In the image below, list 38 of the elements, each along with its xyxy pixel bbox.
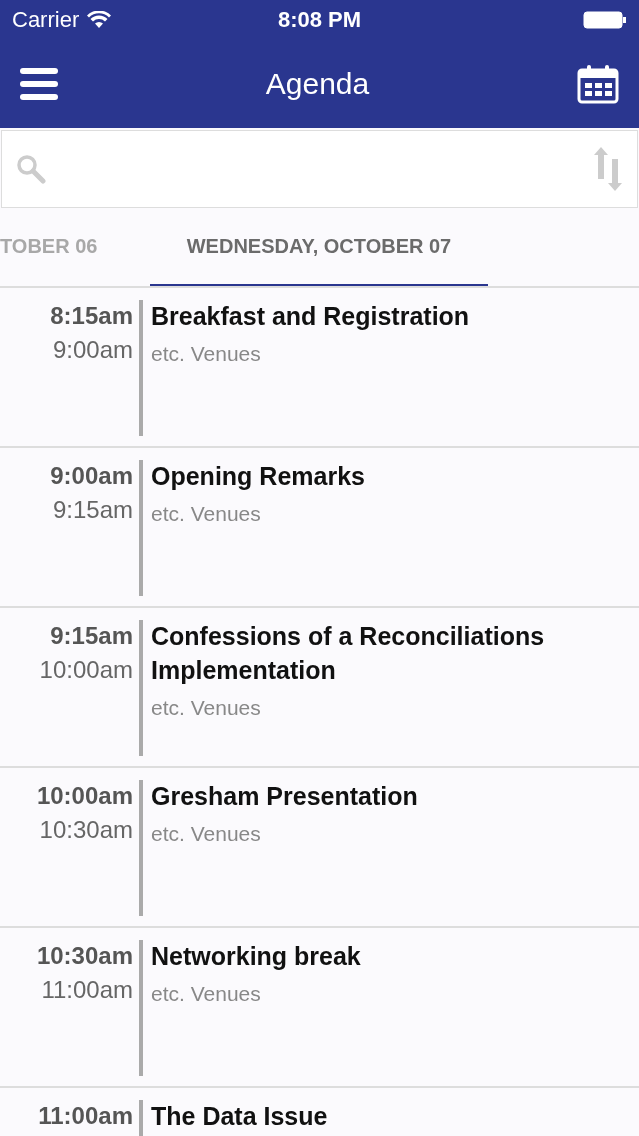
session-row[interactable]: 9:00am 9:15am Opening Remarks etc. Venues	[0, 448, 639, 608]
session-title: Opening Remarks	[151, 461, 366, 492]
search-field[interactable]	[1, 130, 638, 208]
start-time: 9:00am	[49, 462, 133, 490]
session-row[interactable]: 8:15am 9:00am Breakfast and Registration etc. Venues	[0, 288, 639, 448]
session-title: Confessions of a Reconciliations Implementation	[151, 621, 546, 686]
day-tab[interactable]: WEDNESDAY, OCTOBER 07	[150, 208, 488, 286]
end-time: 9:15am	[51, 496, 133, 524]
session-title: The Data Issue	[151, 1101, 329, 1132]
end-time: 10:30am	[38, 816, 133, 844]
end-time: 9:00am	[51, 336, 133, 364]
clock: 8:08 PM	[277, 7, 362, 33]
session-row[interactable]: 11:00am The Data Issue	[0, 1088, 639, 1136]
start-time: 11:00am	[37, 1102, 133, 1130]
session-venue: etc. Venues	[151, 341, 262, 366]
wifi-icon	[87, 11, 112, 29]
end-time: 10:00am	[38, 656, 133, 684]
session-venue: etc. Venues	[151, 821, 262, 846]
start-time: 9:15am	[49, 622, 133, 650]
calendar-icon[interactable]	[577, 64, 619, 104]
battery-icon	[583, 11, 627, 29]
session-row[interactable]: 10:00am 10:30am Gresham Presentation etc. Venues	[0, 768, 639, 928]
session-row[interactable]: 10:30am 11:00am Networking break etc. Venues	[0, 928, 639, 1088]
session-venue: etc. Venues	[151, 695, 262, 720]
session-row[interactable]: 9:15am 10:00am Confessions of a Reconciliations Implementation etc. Venues	[0, 608, 639, 768]
session-venue: etc. Venues	[151, 981, 262, 1006]
carrier-name: Carrier	[12, 7, 80, 33]
session-title: Networking break	[151, 941, 362, 972]
start-time: 8:15am	[49, 302, 133, 330]
end-time: 11:00am	[40, 976, 133, 1004]
screen-title: Agenda	[265, 67, 370, 101]
session-title: Breakfast and Registration	[151, 301, 471, 332]
start-time: 10:00am	[35, 782, 133, 810]
start-time: 10:30am	[35, 942, 133, 970]
search-icon	[16, 154, 46, 184]
session-title: Gresham Presentation	[151, 781, 419, 812]
session-venue: etc. Venues	[151, 501, 262, 526]
menu-icon[interactable]	[20, 66, 58, 102]
